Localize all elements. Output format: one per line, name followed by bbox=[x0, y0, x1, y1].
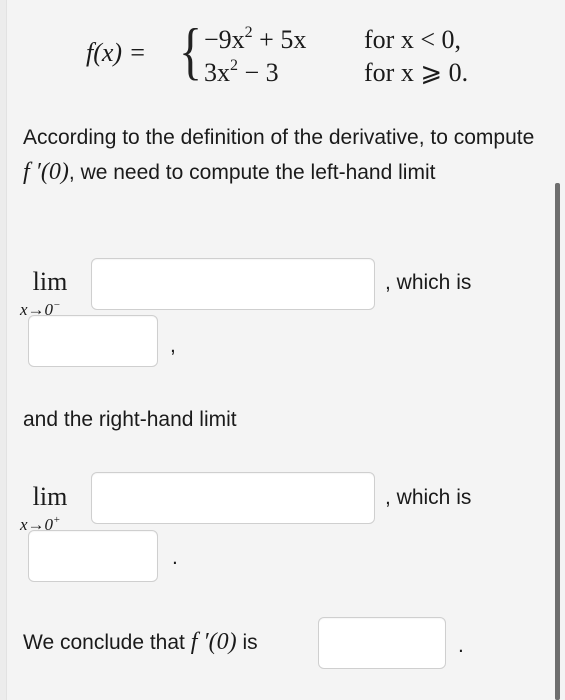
left-limit-value-field[interactable] bbox=[29, 316, 157, 366]
derivative-answer-input[interactable] bbox=[318, 617, 446, 669]
case1-condition: for x < 0, bbox=[364, 25, 461, 54]
conclusion-text: We conclude that f ′(0) is bbox=[23, 629, 258, 655]
left-trailing-comma: , bbox=[170, 334, 176, 357]
function-lhs: f(x) = bbox=[86, 38, 147, 67]
right-limit-expression-input[interactable] bbox=[91, 472, 375, 524]
right-hand-intro: and the right-hand limit bbox=[23, 408, 237, 431]
left-limit-expression-input[interactable] bbox=[91, 258, 375, 310]
f-prime-0-conclusion: f ′(0) bbox=[190, 629, 237, 655]
scrollbar[interactable] bbox=[555, 183, 560, 700]
derivative-answer-field[interactable] bbox=[319, 618, 445, 668]
left-limit-expression-field[interactable] bbox=[92, 259, 374, 309]
left-edge bbox=[0, 0, 7, 700]
right-which-is: , which is bbox=[385, 486, 472, 509]
intro-paragraph: According to the definition of the deriv… bbox=[23, 126, 535, 185]
left-limit-operator: lim x→0− bbox=[20, 267, 68, 319]
right-limit-value-field[interactable] bbox=[29, 531, 157, 581]
right-limit-expression-field[interactable] bbox=[92, 473, 374, 523]
right-limit-value-input[interactable] bbox=[28, 530, 158, 582]
case1-expression: −9x2 + 5x bbox=[204, 24, 307, 54]
f-prime-0: f ′(0) bbox=[23, 159, 69, 185]
case2-expression: 3x2 − 3 bbox=[204, 57, 279, 87]
left-which-is: , which is bbox=[385, 271, 472, 294]
brace: { bbox=[179, 15, 203, 86]
right-limit-operator: lim x→0+ bbox=[20, 482, 68, 534]
case2-condition: for x ⩾ 0. bbox=[364, 58, 469, 87]
conclusion-trailing-period: . bbox=[458, 634, 464, 657]
right-trailing-period: . bbox=[172, 546, 178, 569]
left-limit-value-input[interactable] bbox=[28, 315, 158, 367]
